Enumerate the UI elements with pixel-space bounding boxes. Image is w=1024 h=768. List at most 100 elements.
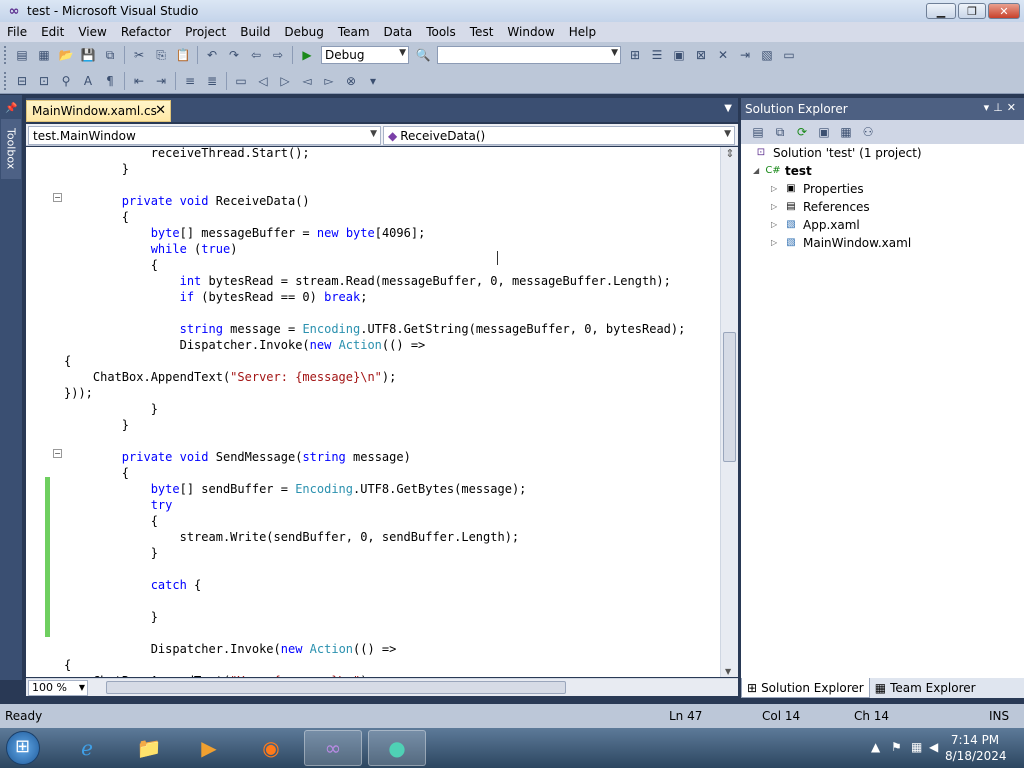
app-taskbar-icon[interactable]: ● [368,730,426,766]
clock-date[interactable]: 8/18/2024 [945,749,1007,763]
view-code-icon[interactable]: ▣ [815,123,833,141]
tab-solution-explorer[interactable]: ⊞ Solution Explorer [741,678,870,698]
previous-bookmark-icon[interactable]: ◁ [254,72,272,90]
code-line[interactable]: { [64,657,71,673]
redo-icon[interactable]: ↷ [225,46,243,64]
toolbar-grip[interactable] [4,46,7,64]
properties-icon[interactable]: ▤ [749,123,767,141]
more-windows-icon[interactable]: ▭ [780,46,798,64]
menu-team[interactable]: Team [331,22,377,42]
collapse-arrow-icon[interactable]: ◢ [753,162,765,180]
tools-icon[interactable]: ✕ [714,46,732,64]
code-line[interactable]: byte[] sendBuffer = Encoding.UTF8.GetByt… [64,481,527,497]
tree-item-app-xaml[interactable]: ▷ ▧ App.xaml [771,216,860,234]
start-debugging-icon[interactable]: ▶ [298,46,316,64]
clock-time[interactable]: 7:14 PM [945,733,1005,747]
code-line[interactable]: })); [64,385,93,401]
menu-data[interactable]: Data [377,22,420,42]
code-line[interactable]: ChatBox.AppendText("Server: {message}\n"… [64,369,396,385]
menu-file[interactable]: File [0,22,34,42]
code-line[interactable]: Dispatcher.Invoke(new Action(() => [64,337,426,353]
code-line[interactable]: private void ReceiveData() [64,193,310,209]
scroll-down-arrow-icon[interactable]: ▼ [725,667,731,676]
code-line[interactable]: } [64,161,129,177]
code-line[interactable]: private void SendMessage(string message) [64,449,411,465]
solution-configuration-combo[interactable]: Debug ▼ [321,46,409,64]
toolbox-tab[interactable]: Toolbox [1,119,21,179]
code-line[interactable]: } [64,417,129,433]
minimize-button[interactable]: ▁ [926,3,956,19]
menu-test[interactable]: Test [463,22,501,42]
solution-explorer-icon[interactable]: ⊞ [626,46,644,64]
members-combo[interactable]: ◆ ReceiveData() ▼ [383,126,735,145]
toolbox-icon[interactable]: ⊠ [692,46,710,64]
uncomment-icon[interactable]: ≣ [203,72,221,90]
menu-view[interactable]: View [71,22,113,42]
code-line[interactable]: { [64,257,158,273]
code-line[interactable]: ChatBox.AppendText("You: {message}\n"); [64,673,375,677]
navigate-forward-icon[interactable]: ⇨ [269,46,287,64]
expand-arrow-icon[interactable]: ▷ [771,216,783,234]
show-all-files-icon[interactable]: ⧉ [771,123,789,141]
action-center-flag-icon[interactable]: ⚑ [891,740,902,754]
undo-icon[interactable]: ↶ [203,46,221,64]
menu-edit[interactable]: Edit [34,22,71,42]
menu-refactor[interactable]: Refactor [114,22,178,42]
menu-build[interactable]: Build [233,22,277,42]
view-designer-icon[interactable]: ▦ [837,123,855,141]
tree-item-properties[interactable]: ▷ ▣ Properties [771,180,864,198]
save-all-icon[interactable]: ⧉ [101,46,119,64]
open-file-icon[interactable]: 📂 [57,46,75,64]
refresh-icon[interactable]: ⟳ [793,123,811,141]
menu-window[interactable]: Window [500,22,561,42]
volume-icon[interactable]: ◀ [929,740,938,754]
increase-indent-icon[interactable]: ⇥ [152,72,170,90]
code-line[interactable]: catch { [64,577,202,593]
decrease-indent-icon[interactable]: ⇤ [130,72,148,90]
menu-tools[interactable]: Tools [419,22,463,42]
parameter-info-icon[interactable]: ⊡ [35,72,53,90]
types-combo[interactable]: test.MainWindow ▼ [28,126,381,145]
close-tab-icon[interactable]: ✕ [155,103,166,118]
visual-studio-taskbar-icon[interactable]: ∞ [304,730,362,766]
previous-bookmark-folder-icon[interactable]: ◅ [298,72,316,90]
code-line[interactable]: } [64,545,158,561]
toggle-bookmark-icon[interactable]: ▭ [232,72,250,90]
tree-item-mainwindow-xaml[interactable]: ▷ ▧ MainWindow.xaml [771,234,911,252]
add-item-icon[interactable]: ▦ [35,46,53,64]
code-line[interactable]: while (true) [64,241,238,257]
new-project-icon[interactable]: ▤ [13,46,31,64]
internet-explorer-icon[interactable]: ℯ [58,730,116,766]
tab-mainwindow-xaml-cs[interactable]: MainWindow.xaml.cs ✕ [26,100,171,122]
expand-arrow-icon[interactable]: ▷ [771,234,783,252]
code-line[interactable]: receiveThread.Start(); [64,147,310,161]
properties-window-icon[interactable]: ☰ [648,46,666,64]
cut-icon[interactable]: ✂ [130,46,148,64]
maximize-button[interactable]: ❐ [958,3,986,19]
code-line[interactable]: stream.Write(sendBuffer, 0, sendBuffer.L… [64,529,520,545]
code-line[interactable]: string message = Encoding.UTF8.GetString… [64,321,686,337]
collapse-send-message-icon[interactable]: − [53,449,62,458]
auto-hide-pin-icon[interactable]: ⊥ [993,101,1007,114]
quick-info-icon[interactable]: ⚲ [57,72,75,90]
next-bookmark-icon[interactable]: ▷ [276,72,294,90]
code-text[interactable]: receiveThread.Start(); } private void Re… [64,147,722,677]
menu-project[interactable]: Project [178,22,233,42]
clear-bookmarks-icon[interactable]: ⊗ [342,72,360,90]
class-view-icon[interactable]: ▧ [758,46,776,64]
split-view-handle[interactable]: ⇕ [723,147,737,161]
next-bookmark-folder-icon[interactable]: ▻ [320,72,338,90]
pin-icon[interactable]: 📌 [5,103,17,115]
find-in-files-icon[interactable]: 🔍 [414,46,432,64]
tab-team-explorer[interactable]: ▦ Team Explorer [870,678,981,698]
extension-manager-icon[interactable]: ⇥ [736,46,754,64]
menu-help[interactable]: Help [562,22,603,42]
view-class-diagram-icon[interactable]: ⚇ [859,123,877,141]
code-line[interactable]: { [64,465,129,481]
code-line[interactable]: } [64,401,158,417]
comment-out-icon[interactable]: ≡ [181,72,199,90]
word-complete-icon[interactable]: A [79,72,97,90]
code-editor[interactable]: − − receiveThread.Start(); } private voi… [26,147,738,677]
paste-icon[interactable]: 📋 [174,46,192,64]
save-icon[interactable]: 💾 [79,46,97,64]
